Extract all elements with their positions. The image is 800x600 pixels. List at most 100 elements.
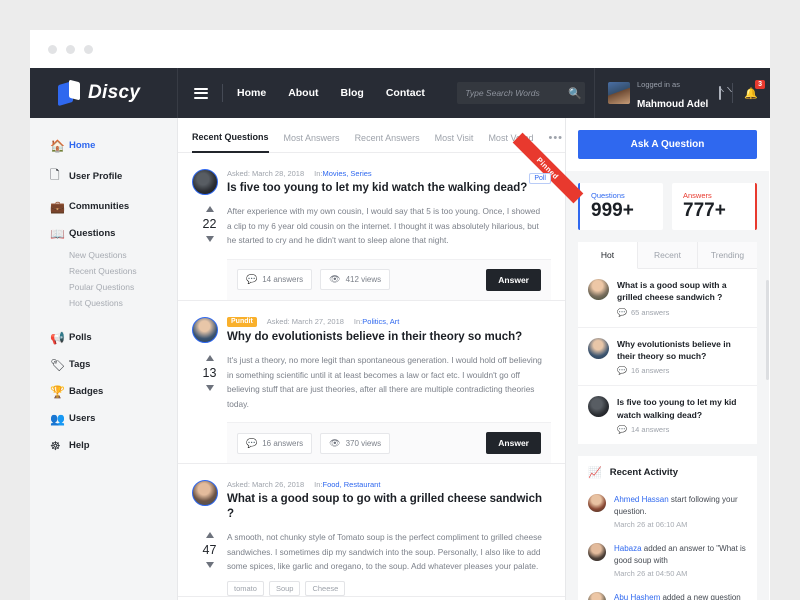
activity-date: March 26 at 06:10 AM [614,520,747,529]
answer-button[interactable]: Answer [486,432,541,454]
tab-hot[interactable]: Hot [578,242,638,269]
question-excerpt: A smooth, not chunky style of Tomato sou… [227,530,551,574]
bell-icon[interactable]: 🔔 3 [744,87,758,100]
activity-text: Habaza added an answer to "What is good … [614,543,747,567]
tab-recent-answers[interactable]: Recent Answers [355,133,420,152]
avatar[interactable] [192,169,218,195]
user-zone: Logged in as Mahmoud Adel 🔔 3 [594,68,770,118]
app-window: Discy Home About Blog Contact 🔍 Logged i… [30,30,770,600]
sidebar-item-polls[interactable]: 📢 Polls [30,324,177,351]
question-title[interactable]: What is a good soup to go with a grilled… [227,492,551,521]
hamburger-icon[interactable] [194,85,208,101]
question-title[interactable]: Is five too young to let my kid watch th… [227,181,527,195]
activity-user-link[interactable]: Ahmed Hassan [614,495,669,504]
upvote-icon[interactable] [206,206,214,212]
tag-chip[interactable]: tomato [227,581,264,596]
recent-activity-panel: 📈 Recent Activity Ahmed Hassan start fol… [578,456,757,600]
sidebar-item-label: Users [69,413,95,424]
brand-logo[interactable]: Discy [30,68,178,118]
list-item[interactable]: What is a good soup with a grilled chees… [578,269,757,328]
poll-badge[interactable]: Poll [529,173,551,184]
window-dot-maximize[interactable] [84,45,93,54]
nav-link-home[interactable]: Home [237,87,266,99]
tab-most-answers[interactable]: Most Answers [284,133,340,152]
downvote-icon[interactable] [206,385,214,391]
activity-user-link[interactable]: Habaza [614,544,642,553]
sidebar-subitem-hot-questions[interactable]: Hot Questions [30,295,177,311]
downvote-icon[interactable] [206,562,214,568]
activity-user-link[interactable]: Abu Hashem [614,593,660,600]
search-input[interactable] [457,82,585,104]
question-categories[interactable]: Politics, Art [362,317,399,326]
asked-date: Asked: March 28, 2018 [227,169,304,178]
question-categories[interactable]: Food, Restaurant [322,480,380,489]
sidebar-item-label: Questions [69,228,115,239]
stat-value: 999+ [591,201,663,221]
avatar[interactable] [608,82,630,104]
question-meta: Asked: March 26, 2018 In: Food, Restaura… [227,480,551,489]
list-item[interactable]: Abu Hashem added a new question "Am I a … [578,585,757,600]
tab-trending[interactable]: Trending [698,242,757,268]
search-icon[interactable]: 🔍 [568,87,582,100]
downvote-icon[interactable] [206,236,214,242]
mail-icon[interactable] [719,87,721,99]
list-item[interactable]: Why evolutionists believe in their theor… [578,328,757,387]
nav-link-about[interactable]: About [288,87,318,99]
list-item[interactable]: Is five too young to let my kid watch wa… [578,386,757,444]
avatar[interactable] [192,480,218,506]
hot-question-answers: 💬 16 answers [617,366,747,375]
notification-badge: 3 [755,80,765,90]
sidebar-item-label: User Profile [69,171,122,182]
nav-link-contact[interactable]: Contact [386,87,425,99]
sidebar-item-home[interactable]: 🏠 Home [30,132,177,159]
tab-recent[interactable]: Recent [638,242,698,268]
views-chip[interactable]: 👁 412 views [320,269,390,290]
sidebar-item-users[interactable]: 👥 Users [30,405,177,432]
sidebar-item-tags[interactable]: 🏷 Tags [30,351,177,378]
avatar [588,396,609,417]
vote-count: 22 [192,217,227,231]
avatar[interactable] [192,317,218,343]
upvote-icon[interactable] [206,532,214,538]
answers-chip[interactable]: 💬 14 answers [237,269,312,290]
ask-a-question-button[interactable]: Ask A Question [578,130,757,159]
sidebar-item-label: Communities [69,201,129,212]
sidebar-subitem-recent-questions[interactable]: Recent Questions [30,263,177,279]
sidebar-subitem-new-questions[interactable]: New Questions [30,247,177,263]
list-item[interactable]: Habaza added an answer to "What is good … [578,536,757,585]
sidebar-item-label: Tags [69,359,90,370]
list-item[interactable]: Ahmed Hassan start following your questi… [578,487,757,536]
tag-chip[interactable]: Soup [269,581,301,596]
upvote-icon[interactable] [206,355,214,361]
answer-button[interactable]: Answer [486,269,541,291]
window-dot-minimize[interactable] [66,45,75,54]
tab-recent-questions[interactable]: Recent Questions [192,132,269,153]
tab-most-visit[interactable]: Most Visit [435,133,474,152]
tab-more-icon[interactable]: ••• [548,132,563,153]
nav-divider [222,84,223,102]
in-label: In: [314,480,322,489]
search-area: 🔍 [457,68,594,118]
sidebar-item-user-profile[interactable]: 🗋 User Profile [30,159,177,193]
vote-count: 13 [192,366,227,380]
views-chip[interactable]: 👁 370 views [320,433,390,454]
question-categories[interactable]: Movies, Series [322,169,371,178]
question-title[interactable]: Why do evolutionists believe in their th… [227,330,522,344]
sidebar-item-communities[interactable]: 💼 Communities [30,193,177,220]
sidebar-item-help[interactable]: ☸ Help [30,432,177,459]
window-dot-close[interactable] [48,45,57,54]
stat-questions[interactable]: Questions 999+ [578,183,663,230]
scrollbar[interactable] [766,280,769,380]
tag-chip[interactable]: Cheese [305,581,345,596]
sidebar-item-badges[interactable]: 🏆 Badges [30,378,177,405]
sidebar-subitem-poular-questions[interactable]: Poular Questions [30,279,177,295]
user-info[interactable]: Logged in as Mahmoud Adel [637,73,708,113]
stat-answers[interactable]: Answers 777+ [672,183,757,230]
sidebar-item-questions[interactable]: 📖 Questions [30,220,177,247]
nav-link-blog[interactable]: Blog [341,87,364,99]
question-footer: 💬 16 answers 👁 370 views Answer [227,422,551,463]
answers-chip[interactable]: 💬 16 answers [237,433,312,454]
top-navigation: Discy Home About Blog Contact 🔍 Logged i… [30,68,770,118]
user-name: Mahmoud Adel [637,99,708,110]
nav-links: Home About Blog Contact [178,68,457,118]
